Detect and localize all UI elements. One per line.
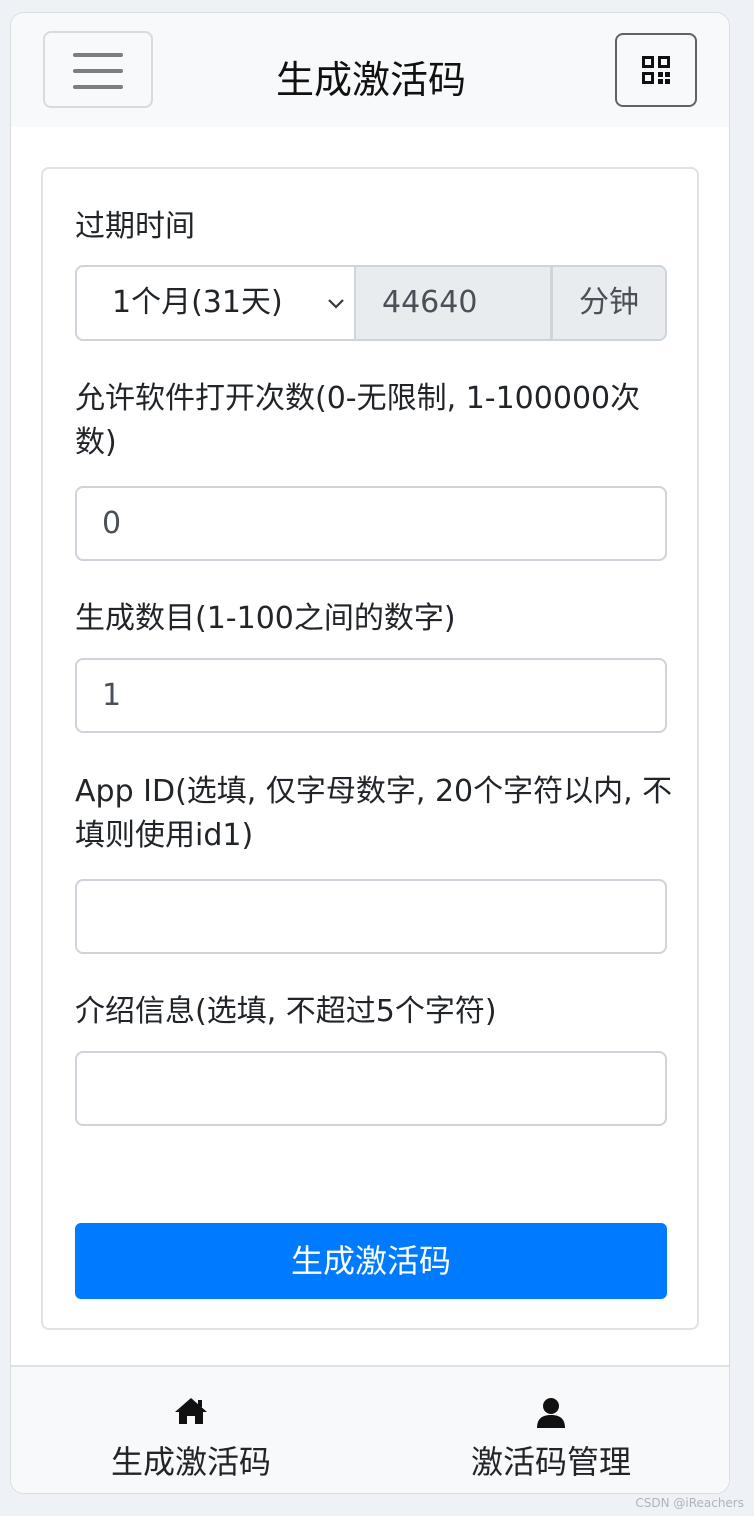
generate-count-label: 生成数目(1-100之间的数字): [75, 601, 456, 636]
nav-item-generate[interactable]: 生成激活码: [11, 1367, 371, 1493]
nav-item-label: 激活码管理: [470, 1443, 631, 1481]
qr-code-icon: [642, 56, 670, 84]
expiry-minutes-field: 44640: [354, 265, 552, 341]
intro-label: 介绍信息(选填, 不超过5个字符): [75, 994, 497, 1029]
generate-button[interactable]: 生成激活码: [75, 1223, 667, 1299]
menu-bar-line: [73, 85, 123, 89]
generate-count-input[interactable]: 1: [75, 658, 667, 733]
home-icon: [175, 1398, 207, 1424]
chevron-down-icon: [328, 299, 344, 309]
open-count-label: 允许软件打开次数(0-无限制, 1-100000次数): [75, 381, 641, 460]
nav-item-label: 生成激活码: [110, 1443, 271, 1481]
bottom-nav: 生成激活码 激活码管理: [11, 1365, 729, 1493]
expiry-label: 过期时间: [75, 209, 195, 244]
app-id-input[interactable]: [75, 879, 667, 954]
menu-bar-line: [73, 69, 123, 73]
expiry-select-value: 1个月(31天): [112, 285, 283, 320]
nav-item-manage[interactable]: 激活码管理: [371, 1367, 729, 1493]
app-id-label: App ID(选填, 仅字母数字, 20个字符以内, 不填则使用id1): [75, 774, 673, 853]
form-card: 过期时间 1个月(31天) 44640 分钟 允许软件打开次数(0-无限制, 1…: [41, 167, 699, 1330]
open-count-input[interactable]: 0: [75, 486, 667, 561]
app-window: 生成激活码 过期时间 1个月(31天) 44640 分钟 允许软件打开次数(0-…: [10, 12, 730, 1494]
expiry-unit-label: 分钟: [551, 265, 667, 341]
qr-code-button[interactable]: [615, 33, 697, 107]
top-navbar: 生成激活码: [11, 13, 729, 127]
menu-toggle-button[interactable]: [43, 31, 153, 108]
page-title: 生成激活码: [275, 58, 466, 102]
intro-input[interactable]: [75, 1051, 667, 1126]
user-icon: [537, 1398, 565, 1428]
expiry-select[interactable]: 1个月(31天): [75, 265, 356, 341]
menu-bar-line: [73, 53, 123, 57]
watermark: CSDN @iReachers: [635, 1496, 744, 1510]
